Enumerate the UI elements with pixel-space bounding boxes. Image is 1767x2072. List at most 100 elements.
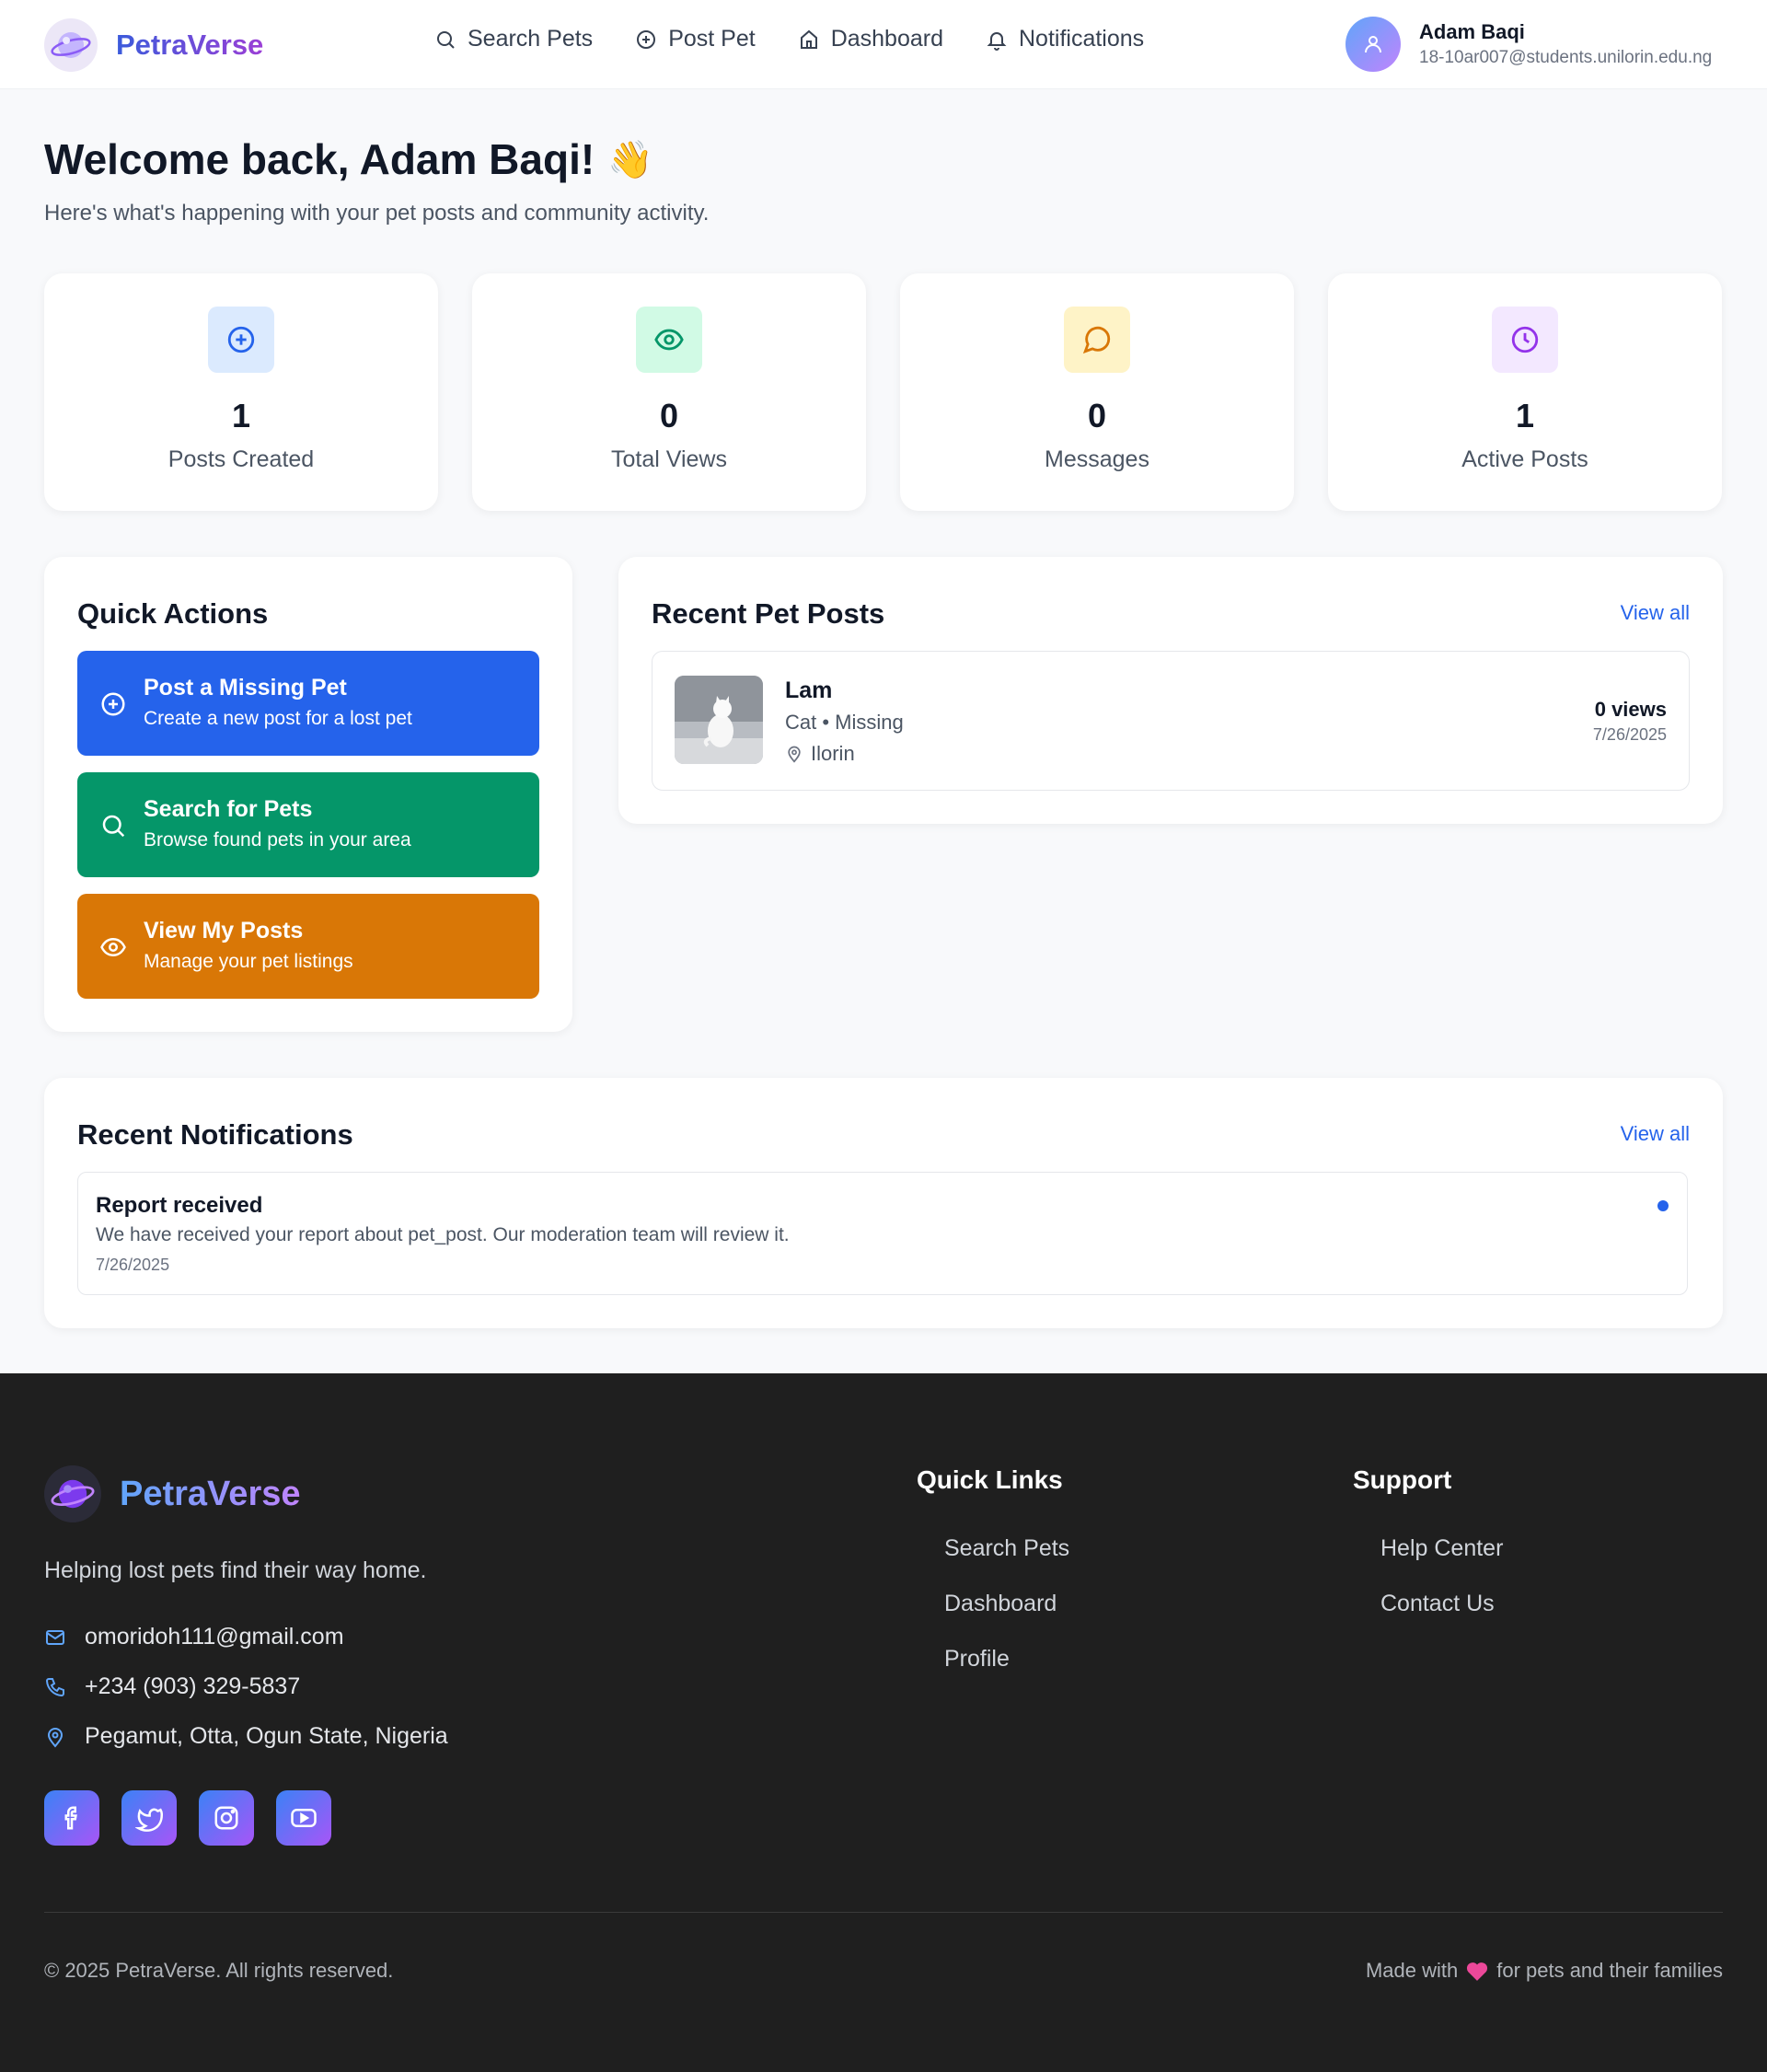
footer-address-text: Pegamut, Otta, Ogun State, Nigeria (85, 1723, 448, 1749)
pet-location: Ilorin (785, 742, 855, 766)
planet-logo-icon (44, 18, 98, 72)
action-subtitle: Create a new post for a lost pet (144, 708, 412, 729)
welcome-heading: Welcome back, Adam Baqi! (44, 135, 595, 183)
eye-icon (636, 307, 702, 373)
recent-pet-posts-card: Recent Pet Posts View all Lam Cat • Miss… (618, 557, 1723, 824)
view-all-posts-link[interactable]: View all (1621, 601, 1690, 625)
brand-name: PetraVerse (116, 29, 264, 61)
facebook-icon[interactable] (44, 1790, 99, 1846)
youtube-icon[interactable] (276, 1790, 331, 1846)
pet-post-date: 7/26/2025 (1592, 725, 1667, 744)
eye-icon (100, 937, 126, 957)
footer-link-dashboard[interactable]: Dashboard (944, 1591, 1057, 1617)
made-with-love: Made with for pets and their families (1366, 1959, 1723, 1983)
bell-icon (987, 31, 1007, 51)
footer-phone[interactable]: +234 (903) 329-5837 (44, 1673, 300, 1700)
welcome-subtitle: Here's what's happening with your pet po… (44, 201, 710, 226)
site-footer: PetraVerse Helping lost pets find their … (0, 1373, 1767, 2072)
nav-label: Dashboard (830, 26, 943, 52)
made-with-suffix: for pets and their families (1496, 1959, 1723, 1982)
footer-link-profile[interactable]: Profile (944, 1646, 1010, 1673)
stat-value: 0 (659, 397, 679, 434)
footer-link-contact-us[interactable]: Contact Us (1380, 1591, 1495, 1617)
footer-divider (44, 1912, 1723, 1913)
clock-icon (1492, 307, 1558, 373)
pet-location-text: Ilorin (811, 742, 855, 765)
pet-view-count: 0 views (1594, 698, 1667, 721)
main-nav: Search Pets Post Pet Dashboard Notificat… (434, 26, 1144, 52)
stat-value: 1 (1515, 397, 1535, 434)
stat-label: Total Views (611, 446, 727, 472)
footer-link-help-center[interactable]: Help Center (1380, 1535, 1503, 1562)
footer-logo[interactable]: PetraVerse (44, 1465, 301, 1522)
footer-address: Pegamut, Otta, Ogun State, Nigeria (44, 1723, 448, 1750)
support-heading: Support (1353, 1465, 1452, 1494)
footer-phone-text: +234 (903) 329-5837 (85, 1673, 301, 1699)
welcome-section: Welcome back, Adam Baqi! 👋 Here's what's… (44, 134, 709, 226)
search-for-pets-button[interactable]: Search for Pets Browse found pets in you… (77, 772, 539, 877)
card-title: Quick Actions (77, 597, 269, 630)
unread-dot (1657, 1200, 1669, 1211)
search-icon (437, 30, 455, 49)
stat-label: Messages (1045, 446, 1149, 472)
action-title: Search for Pets (144, 796, 313, 822)
action-title: View My Posts (144, 918, 304, 943)
made-with-prefix: Made with (1365, 1959, 1459, 1982)
footer-tagline: Helping lost pets find their way home. (44, 1557, 427, 1583)
top-navbar: PetraVerse Search Pets Post Pet Dashboar… (0, 0, 1767, 89)
plus-circle-icon (208, 307, 274, 373)
map-pin-icon (788, 746, 801, 763)
stat-card-active-posts: 1 Active Posts (1328, 273, 1722, 511)
stat-card-posts-created: 1 Posts Created (44, 273, 438, 511)
stat-value: 0 (1087, 397, 1107, 434)
view-my-posts-button[interactable]: View My Posts Manage your pet listings (77, 894, 539, 999)
stat-card-messages: 0 Messages (900, 273, 1294, 511)
home-icon (800, 29, 817, 49)
action-title: Post a Missing Pet (144, 675, 347, 700)
pet-post-item[interactable]: Lam Cat • Missing Ilorin 0 views 7/26/20… (652, 651, 1690, 791)
avatar[interactable] (1345, 17, 1401, 72)
notification-date: 7/26/2025 (96, 1256, 170, 1274)
map-pin-icon (47, 1727, 64, 1748)
action-subtitle: Manage your pet listings (144, 951, 353, 972)
plus-circle-icon (101, 692, 125, 716)
nav-post-pet[interactable]: Post Pet (635, 26, 756, 52)
phone-icon (45, 1677, 64, 1696)
search-icon (102, 815, 125, 838)
user-icon (1365, 36, 1381, 53)
instagram-icon[interactable] (199, 1790, 254, 1846)
heart-icon (1467, 1962, 1488, 1981)
pet-photo (675, 676, 763, 764)
brand-logo[interactable]: PetraVerse (44, 18, 263, 72)
stat-card-total-views: 0 Total Views (472, 273, 866, 511)
quick-links-heading: Quick Links (917, 1465, 1063, 1494)
plus-circle-icon (637, 29, 656, 49)
user-menu[interactable]: Adam Baqi 18-10ar007@students.unilorin.e… (1345, 17, 1712, 72)
pet-type-status: Cat • Missing (785, 711, 904, 734)
footer-email[interactable]: omoridoh111@gmail.com (44, 1624, 344, 1650)
user-name: Adam Baqi (1419, 20, 1525, 43)
footer-email-text: omoridoh111@gmail.com (85, 1624, 344, 1649)
notification-text: We have received your report about pet_p… (96, 1224, 790, 1245)
pet-name: Lam (785, 677, 833, 703)
stat-label: Posts Created (167, 446, 315, 472)
nav-label: Search Pets (468, 26, 594, 52)
card-title: Recent Pet Posts (652, 597, 885, 630)
notification-item[interactable]: Report received We have received your re… (77, 1172, 1688, 1295)
waving-hand-icon: 👋 (607, 139, 653, 180)
nav-dashboard[interactable]: Dashboard (798, 26, 943, 52)
planet-logo-icon (44, 1465, 101, 1522)
footer-link-search-pets[interactable]: Search Pets (944, 1535, 1069, 1562)
footer-brand-name: PetraVerse (120, 1474, 301, 1513)
page-title: Welcome back, Adam Baqi! 👋 (44, 134, 709, 184)
post-missing-pet-button[interactable]: Post a Missing Pet Create a new post for… (77, 651, 539, 756)
message-circle-icon (1064, 307, 1130, 373)
view-all-notifications-link[interactable]: View all (1621, 1122, 1690, 1146)
copyright: © 2025 PetraVerse. All rights reserved. (44, 1959, 394, 1982)
nav-search-pets[interactable]: Search Pets (434, 26, 593, 52)
recent-notifications-card: Recent Notifications View all Report rec… (44, 1078, 1723, 1328)
nav-notifications[interactable]: Notifications (986, 26, 1144, 52)
quick-actions-card: Quick Actions Post a Missing Pet Create … (44, 557, 572, 1032)
twitter-icon[interactable] (121, 1790, 177, 1846)
nav-label: Post Pet (668, 26, 756, 52)
